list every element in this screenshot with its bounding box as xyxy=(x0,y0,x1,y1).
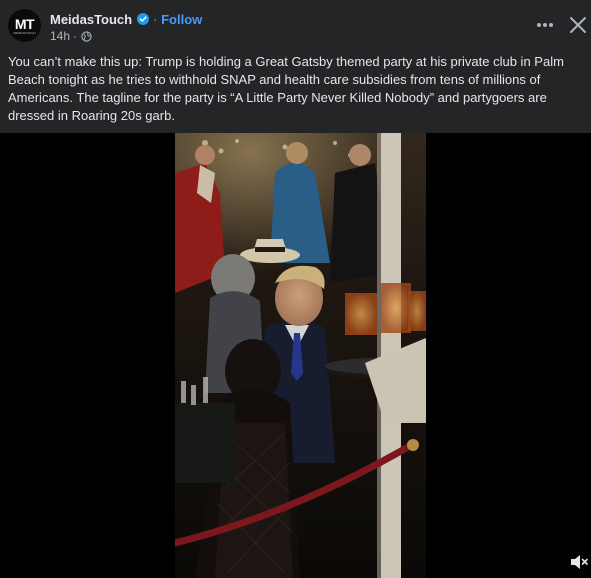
name-separator: · xyxy=(153,12,158,26)
more-options-icon[interactable] xyxy=(532,13,558,37)
post-text: You can’t make this up: Trump is holding… xyxy=(8,54,564,123)
post-timestamp[interactable]: 14h xyxy=(50,29,70,43)
avatar-monogram: MT xyxy=(14,16,35,32)
page-avatar[interactable]: MT MEIDASTOUCH xyxy=(8,9,41,42)
video-frame xyxy=(175,133,426,578)
name-row: MeidasTouch · Follow xyxy=(50,11,202,27)
media-container xyxy=(0,133,591,578)
globe-icon xyxy=(81,30,92,42)
meta-separator: · xyxy=(73,29,78,43)
video-player[interactable] xyxy=(175,133,426,578)
post-meta: 14h · xyxy=(50,29,92,43)
post-card: MT MEIDASTOUCH MeidasTouch · Follow 14h … xyxy=(0,0,591,578)
post-header: MT MEIDASTOUCH MeidasTouch · Follow 14h … xyxy=(0,0,591,50)
speaker-muted-icon[interactable] xyxy=(569,552,589,572)
page-name[interactable]: MeidasTouch xyxy=(50,12,132,27)
follow-button[interactable]: Follow xyxy=(161,12,202,27)
close-icon[interactable] xyxy=(567,14,589,36)
avatar-subtext: MEIDASTOUCH xyxy=(13,31,36,35)
verified-badge-icon xyxy=(137,13,150,25)
